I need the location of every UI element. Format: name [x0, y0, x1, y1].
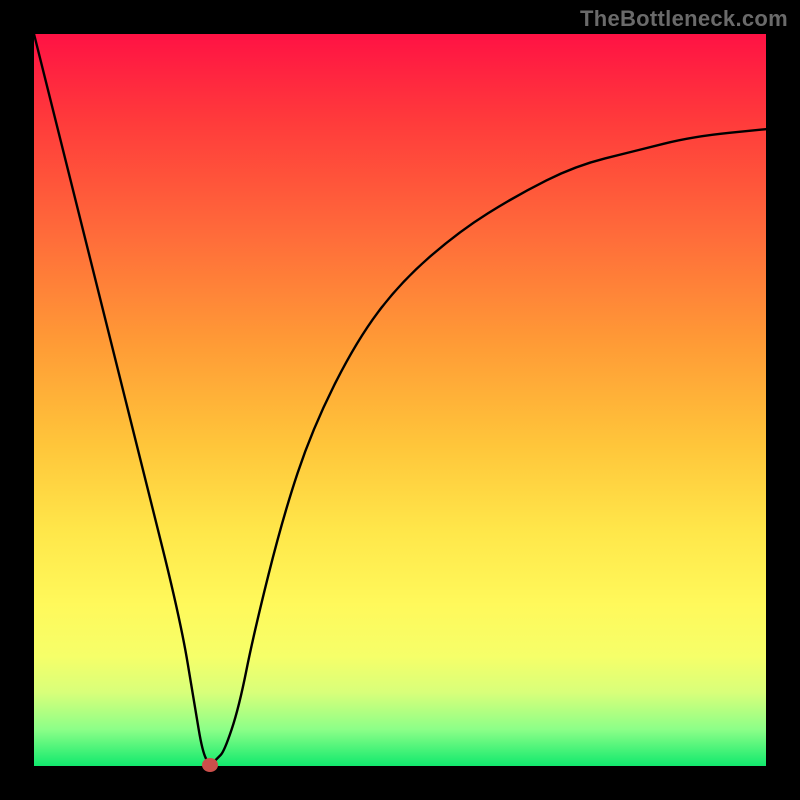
- watermark-text: TheBottleneck.com: [580, 6, 788, 32]
- optimal-point-marker: [202, 758, 218, 772]
- chart-frame: TheBottleneck.com: [0, 0, 800, 800]
- curve-svg: [34, 34, 766, 766]
- bottleneck-curve: [34, 34, 766, 764]
- plot-area: [34, 34, 766, 766]
